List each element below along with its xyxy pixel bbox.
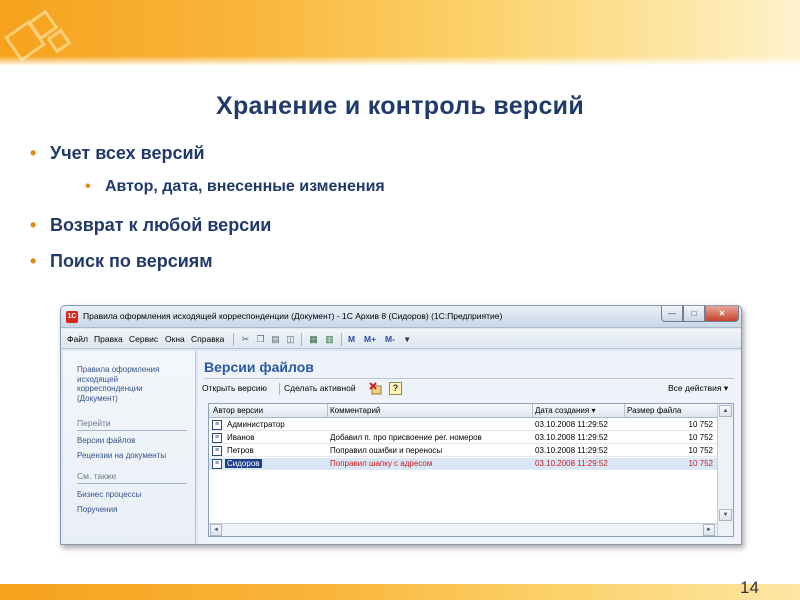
memory-button[interactable]: M [348, 334, 355, 344]
nav-goto-header: Перейти [77, 418, 111, 428]
menu-service[interactable]: Сервис [129, 334, 158, 344]
nav-item-reviews[interactable]: Рецензии на документы [77, 451, 166, 461]
app-window: 1С Правила оформления исходящей корреспо… [60, 305, 742, 545]
table-row-selected[interactable]: ≡ Сидоров Поправил шапку с адресом 03.10… [209, 458, 717, 470]
column-comment[interactable]: Комментарий [330, 406, 380, 415]
menu-help[interactable]: Справка [191, 334, 224, 344]
cell-comment: Поправил шапку с адресом [330, 459, 433, 468]
scroll-right-icon[interactable]: ► [703, 524, 715, 536]
close-button[interactable]: ✕ [705, 306, 739, 322]
cell-comment: Добавил п. про присвоение рег. номеров [330, 433, 482, 442]
menu-windows[interactable]: Окна [165, 334, 185, 344]
open-version-button[interactable]: Открыть версию [202, 383, 267, 393]
page-number: 14 [740, 578, 759, 597]
versions-table: Автор версии Комментарий Дата создания ▾… [208, 403, 734, 537]
scroll-down-icon[interactable]: ▼ [719, 509, 732, 521]
cell-date: 03.10.2008 11:29:52 [535, 459, 608, 468]
nav-item-business-processes[interactable]: Бизнес процессы [77, 490, 141, 500]
table-row[interactable]: ≡ Петров Поправил ошибки и переносы 03.1… [209, 445, 717, 457]
bullet-text: Возврат к любой версии [50, 215, 272, 235]
make-active-button[interactable]: Сделать активной [284, 383, 356, 393]
table-row[interactable]: ≡ Администратор 03.10.2008 11:29:52 10 7… [209, 419, 717, 431]
column-author[interactable]: Автор версии [213, 406, 263, 415]
vertical-scrollbar[interactable]: ▲ ▼ [717, 404, 733, 536]
copy-icon[interactable]: ❐ [254, 333, 267, 345]
cell-comment: Поправил ошибки и переносы [330, 446, 443, 455]
column-date[interactable]: Дата создания ▾ [535, 406, 595, 415]
calculator-icon[interactable]: ▦ [307, 333, 320, 345]
memory-minus-button[interactable]: M- [385, 334, 395, 344]
nav-item-file-versions[interactable]: Версии файлов [77, 436, 135, 446]
footer-band [0, 584, 800, 600]
column-size[interactable]: Размер файла [627, 406, 681, 415]
toolbar-dropdown-icon[interactable]: ▾ [405, 334, 409, 345]
cell-date: 03.10.2008 11:29:52 [535, 433, 608, 442]
header-banner [0, 0, 800, 66]
nav-item-assignments[interactable]: Поручения [77, 505, 117, 515]
nav-see-also-header: См. также [77, 471, 117, 481]
paste-special-icon[interactable]: ◫ [284, 333, 297, 345]
horizontal-scrollbar[interactable]: ◄ ► [209, 523, 717, 536]
bullet-text: Автор, дата, внесенные изменения [105, 178, 385, 195]
delete-icon[interactable] [369, 382, 382, 395]
bullet-text: Поиск по версиям [50, 251, 213, 271]
menu-edit[interactable]: Правка [94, 334, 123, 344]
slide-title: Хранение и контроль версий [215, 92, 585, 120]
app-logo-icon: 1С [66, 311, 78, 323]
cell-date: 03.10.2008 11:29:52 [535, 420, 608, 429]
menu-file[interactable]: Файл [67, 334, 88, 344]
table-header: Автор версии Комментарий Дата создания ▾… [209, 404, 717, 418]
maximize-button[interactable]: □ [683, 306, 705, 322]
cell-author: Сидоров [225, 459, 262, 468]
document-icon: ≡ [212, 459, 222, 469]
cell-author: Петров [227, 446, 254, 455]
bullet-marker: • [30, 143, 37, 163]
cell-date: 03.10.2008 11:29:52 [535, 446, 608, 455]
document-icon: ≡ [212, 433, 222, 443]
document-icon: ≡ [212, 420, 222, 430]
nav-document-link[interactable]: Правила оформления исходящей корреспонде… [77, 365, 182, 403]
paste-icon[interactable]: ▤ [269, 333, 282, 345]
menu-bar: Файл Правка Сервис Окна Справка ✂ ❐ ▤ ◫ … [61, 329, 741, 349]
navigation-panel: Правила оформления исходящей корреспонде… [63, 351, 196, 544]
cell-size: 10 752 [688, 433, 713, 442]
banner-ornament [4, 6, 76, 62]
bullet-marker: • [85, 178, 91, 195]
help-button[interactable]: ? [389, 382, 402, 395]
file-versions-panel: Версии файлов Открыть версию Сделать акт… [198, 351, 741, 544]
all-actions-menu[interactable]: Все действия ▾ [668, 383, 728, 394]
bullet-marker: • [30, 215, 37, 235]
calendar-icon[interactable]: ▥ [323, 333, 336, 345]
panel-title: Версии файлов [204, 359, 314, 375]
table-row[interactable]: ≡ Иванов Добавил п. про присвоение рег. … [209, 432, 717, 444]
scroll-up-icon[interactable]: ▲ [719, 405, 732, 417]
cell-author: Иванов [227, 433, 255, 442]
document-icon: ≡ [212, 446, 222, 456]
window-titlebar[interactable]: 1С Правила оформления исходящей корреспо… [61, 306, 741, 328]
cell-size: 10 752 [688, 446, 713, 455]
cell-size: 10 752 [688, 459, 713, 468]
memory-plus-button[interactable]: M+ [364, 334, 376, 344]
scroll-left-icon[interactable]: ◄ [210, 524, 222, 536]
minimize-button[interactable]: — [661, 306, 683, 322]
cell-size: 10 752 [688, 420, 713, 429]
cell-author: Администратор [227, 420, 285, 429]
cut-icon[interactable]: ✂ [239, 333, 252, 345]
window-title: Правила оформления исходящей корреспонде… [83, 311, 503, 321]
bullet-text: Учет всех версий [50, 143, 205, 163]
bullet-marker: • [30, 251, 37, 271]
